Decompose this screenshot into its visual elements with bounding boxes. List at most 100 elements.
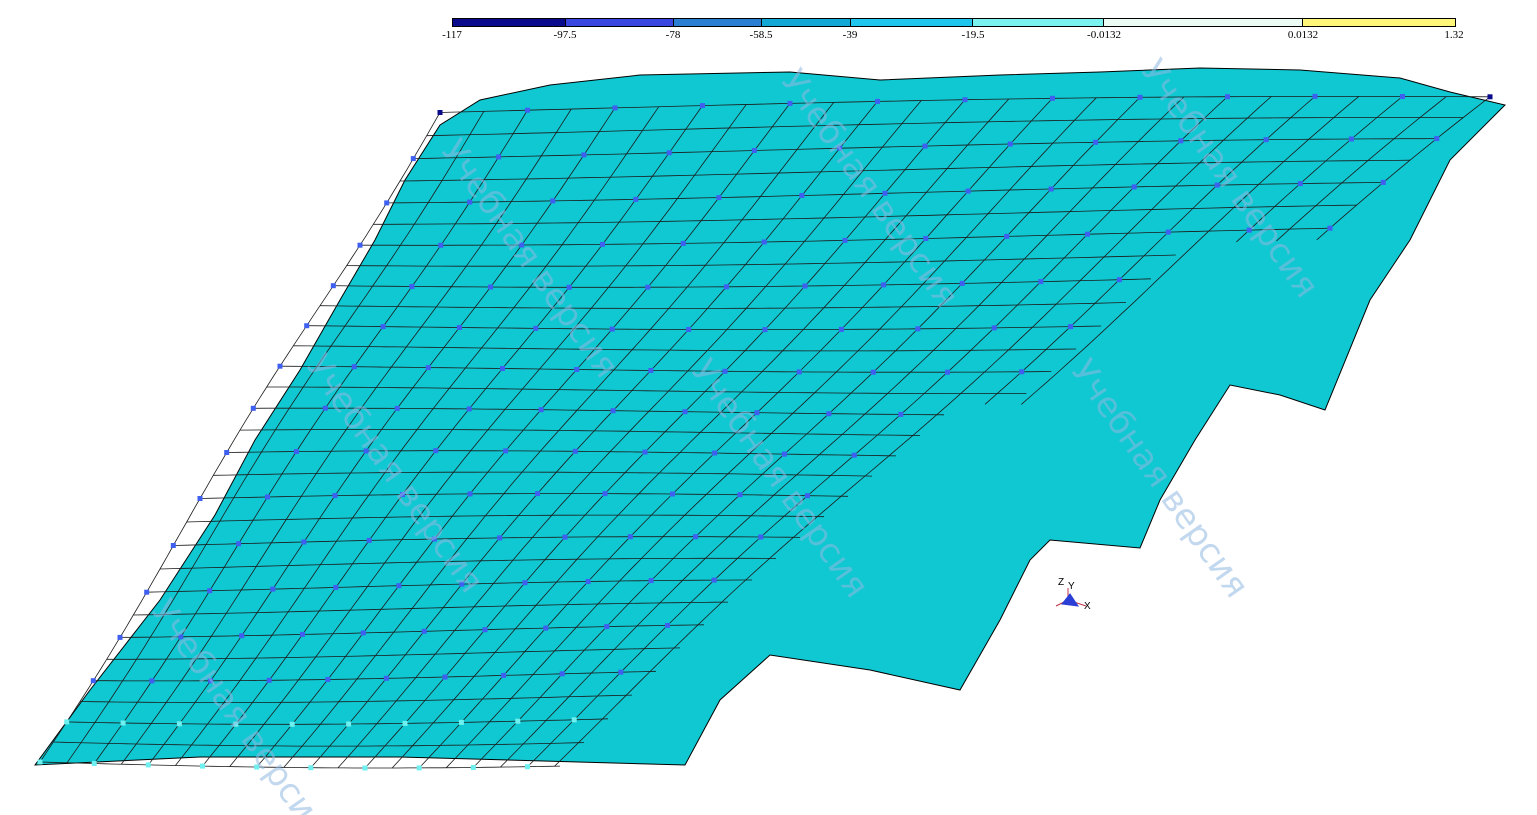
mesh-node — [266, 677, 272, 683]
plate-surface — [33, 67, 1506, 766]
mesh-node — [330, 283, 336, 289]
mesh-node — [416, 765, 422, 771]
mesh-node — [1068, 324, 1074, 330]
mesh-node — [533, 325, 539, 331]
mesh-node — [610, 408, 616, 414]
mesh-node — [965, 188, 971, 194]
deformed-plate-model: Учебная версия Учебная версия Учебная ве… — [33, 52, 1506, 815]
mesh-node — [1137, 94, 1143, 100]
mesh-node — [618, 669, 624, 675]
mesh-node — [362, 765, 368, 771]
mesh-node — [64, 719, 70, 725]
mesh-node — [550, 198, 556, 204]
mesh-node — [467, 491, 473, 497]
mesh-node — [224, 450, 230, 455]
mesh-node — [270, 586, 276, 592]
mesh-node — [145, 762, 151, 768]
mesh-node — [604, 624, 610, 630]
mesh-node — [470, 765, 476, 770]
mesh-node — [838, 326, 844, 332]
mesh-node — [458, 719, 464, 725]
mesh-node — [535, 491, 540, 497]
mesh-node — [91, 761, 97, 766]
mesh-node — [585, 579, 591, 584]
mesh-node — [1297, 181, 1303, 187]
mesh-node — [1038, 279, 1044, 285]
mesh-node — [425, 365, 431, 371]
mesh-node — [438, 242, 444, 248]
mesh-node — [600, 241, 605, 247]
mesh-node — [737, 492, 743, 498]
mesh-node — [1263, 137, 1269, 143]
mesh-node — [442, 674, 448, 680]
mesh-node — [559, 671, 565, 677]
mesh-node — [383, 675, 389, 681]
mesh-node — [207, 588, 213, 594]
axis-triad: Z Y X — [1055, 577, 1091, 612]
mesh-node — [500, 366, 505, 371]
mesh-node — [301, 539, 307, 545]
mesh-node — [1380, 179, 1386, 185]
mesh-node — [571, 717, 577, 723]
model-viewport[interactable]: -117 -97.5 -78 -58.5 -39 -19.5 -0.0132 0… — [0, 0, 1537, 815]
mesh-node — [680, 240, 686, 246]
mesh-node — [1348, 136, 1354, 142]
mesh-node — [602, 491, 608, 497]
mesh-node — [1434, 136, 1440, 142]
mesh-node — [380, 324, 386, 330]
mesh-node — [482, 627, 488, 633]
mesh-node — [239, 633, 245, 639]
mesh-node — [796, 369, 802, 375]
mesh-node — [543, 625, 549, 631]
mesh-node — [574, 367, 580, 372]
mesh-node — [1165, 229, 1171, 235]
axis-triad-icon — [1061, 593, 1080, 607]
mesh-node — [1093, 139, 1099, 145]
mesh-node — [758, 534, 764, 540]
mesh-node — [1225, 94, 1230, 100]
mesh-node — [802, 283, 808, 289]
mesh-node — [409, 284, 415, 289]
mesh-node — [665, 622, 670, 628]
mesh-node — [357, 242, 363, 248]
axis-label-z: Z — [1058, 577, 1064, 588]
mesh-node — [572, 448, 578, 454]
mesh-node — [711, 577, 717, 583]
mesh-node — [308, 765, 314, 771]
mesh-node — [870, 369, 876, 375]
mesh-node — [648, 368, 654, 373]
mesh-node — [421, 628, 427, 634]
mesh-node — [723, 284, 729, 290]
mesh-node — [712, 450, 718, 456]
mesh-node — [1007, 141, 1013, 147]
mesh-node — [1085, 231, 1090, 237]
mesh-node — [851, 452, 857, 458]
mesh-node — [396, 583, 402, 589]
mesh-line — [39, 761, 561, 769]
mesh-node — [648, 578, 654, 584]
mesh-node — [945, 369, 950, 375]
mesh-node — [522, 580, 528, 586]
mesh-node — [562, 534, 568, 540]
mesh-node — [304, 323, 310, 329]
mesh-node — [197, 496, 203, 501]
mesh-node — [875, 98, 880, 104]
mesh-node — [250, 405, 256, 411]
mesh-node — [609, 326, 615, 332]
mesh-node — [682, 409, 688, 415]
mesh-node — [117, 634, 123, 640]
mesh-node — [384, 200, 390, 206]
mesh-node — [898, 411, 904, 417]
mesh-node — [410, 156, 416, 162]
axis-label-y: Y — [1068, 581, 1075, 592]
mesh-node — [525, 107, 530, 113]
mesh-node — [538, 407, 544, 413]
mesh-node — [1019, 369, 1025, 375]
mesh-node — [456, 325, 462, 330]
mesh-node — [693, 534, 699, 540]
mesh-node — [515, 718, 521, 724]
mesh-node — [627, 534, 633, 540]
mesh-node — [265, 494, 270, 500]
mesh-node — [144, 589, 150, 595]
mesh-node — [581, 152, 587, 158]
